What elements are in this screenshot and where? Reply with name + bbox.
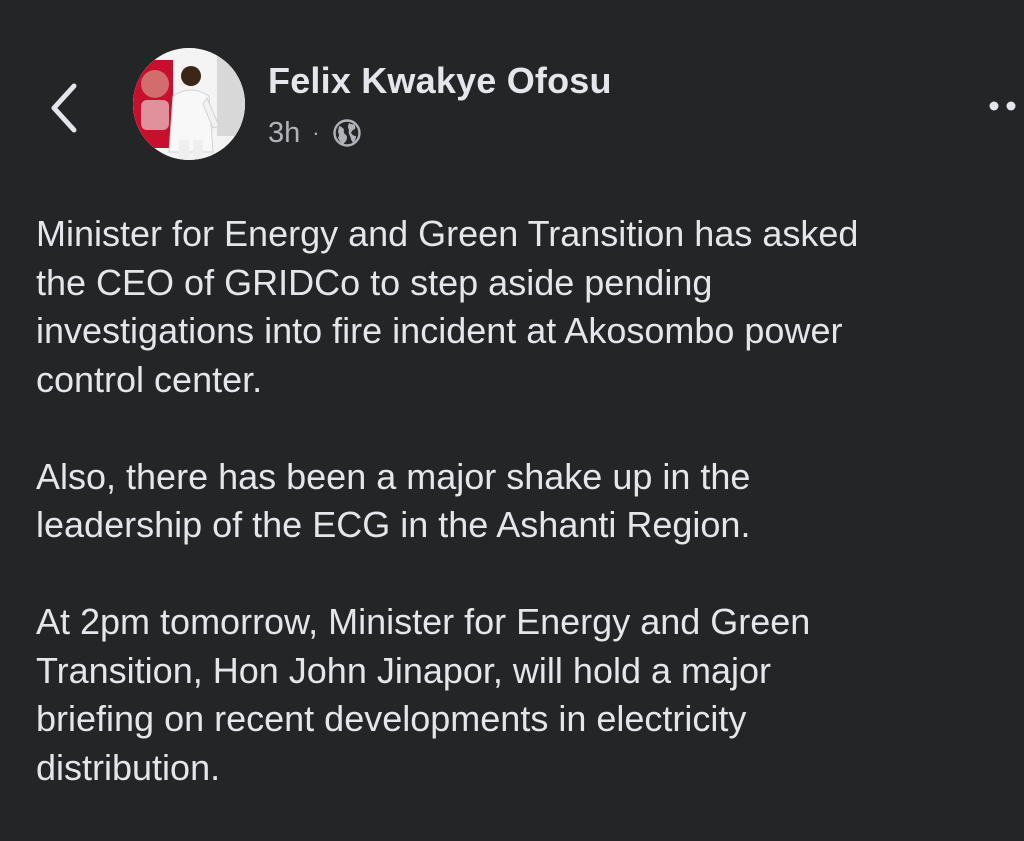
- author-name[interactable]: Felix Kwakye Ofosu: [268, 60, 612, 102]
- post-meta: 3h ·: [268, 113, 362, 153]
- timestamp[interactable]: 3h: [268, 117, 300, 150]
- more-options-button[interactable]: [984, 96, 1024, 116]
- chevron-left-icon: [51, 83, 77, 133]
- more-options-icon: [989, 101, 1016, 111]
- profile-photo: [133, 48, 245, 160]
- avatar[interactable]: [133, 48, 245, 160]
- post-paragraph: Also, there has been a major shake up in…: [36, 455, 751, 546]
- post-paragraph: Minister for Energy and Green Transition…: [36, 213, 859, 400]
- post-paragraph: At 2pm tomorrow, Minister for Energy and…: [36, 601, 811, 788]
- globe-icon: [332, 118, 362, 148]
- back-button[interactable]: [42, 76, 86, 140]
- meta-separator: ·: [312, 120, 320, 145]
- post-body: Minister for Energy and Green Transition…: [36, 210, 1011, 841]
